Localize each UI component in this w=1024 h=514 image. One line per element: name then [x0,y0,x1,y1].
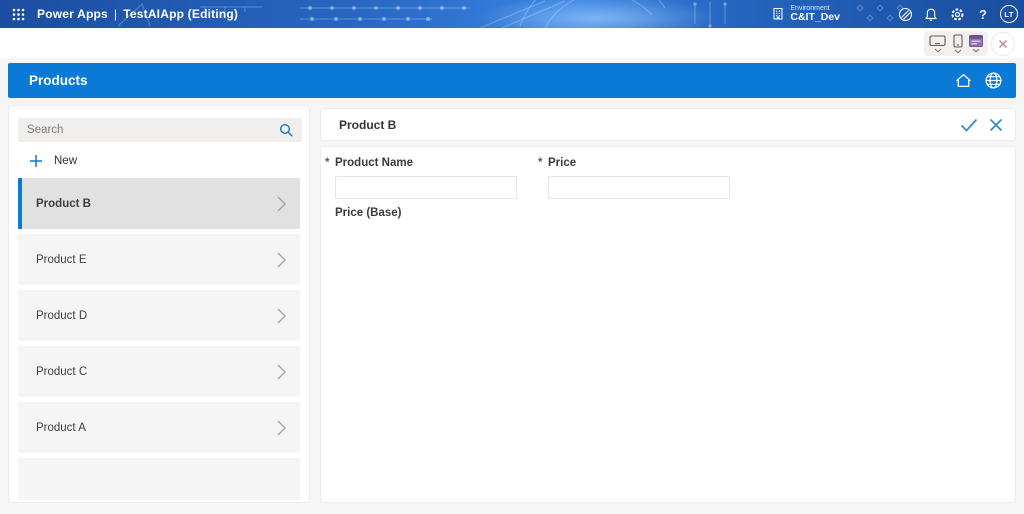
search-box[interactable] [18,118,302,142]
title-divider: | [114,7,117,21]
home-icon[interactable] [954,72,973,89]
app-launcher-waffle-icon[interactable] [9,5,27,23]
price-input[interactable] [548,176,730,199]
chevron-right-icon [277,364,286,380]
close-preview-button[interactable] [991,32,1015,56]
product-list-panel: New Product B Product E Product D Produc… [8,105,310,503]
preview-toolbar-strip [0,28,1024,58]
chevron-right-icon [277,252,286,268]
new-record-button[interactable]: New [18,148,77,174]
account-avatar[interactable]: LT [1000,5,1018,23]
environment-building-icon [772,7,784,20]
cancel-x-icon[interactable] [982,111,1009,138]
list-item-product-d[interactable]: Product D [18,290,300,341]
app-name-label: TestAIApp (Editing) [123,7,238,21]
preview-device-selector [924,31,988,56]
window-title: Power Apps | TestAIApp (Editing) [37,7,238,21]
environment-text: Environment C&IT_Dev [790,5,840,23]
chevron-right-icon [277,308,286,324]
save-check-icon[interactable] [955,111,982,138]
environment-name: C&IT_Dev [790,12,840,23]
detail-header-actions [955,111,1009,138]
required-asterisk: * [325,155,335,171]
close-icon [998,39,1008,49]
list-item-product-b[interactable]: Product B [18,178,300,229]
chevron-right-icon [277,196,286,212]
detail-title: Product B [339,118,396,132]
list-item-product-e[interactable]: Product E [18,234,300,285]
required-asterisk: * [538,155,548,171]
search-input[interactable] [18,118,279,142]
chevron-down-icon [972,48,980,53]
list-item-label: Product E [36,254,87,266]
plus-icon [29,154,43,168]
topbar-right-cluster: Environment C&IT_Dev ? LT [772,0,1024,28]
environment-picker[interactable]: Environment C&IT_Dev [772,5,840,23]
settings-gear-icon[interactable] [944,0,970,28]
price-label-row: * Price [538,155,730,171]
price-label: Price [548,155,576,171]
list-item-label: Product A [36,422,86,434]
powerapps-top-bar: Power Apps | TestAIApp (Editing) Environme… [0,0,1024,28]
price-base-label: Price (Base) [335,207,401,219]
notifications-bell-icon[interactable] [918,0,944,28]
product-name-input[interactable] [335,176,517,199]
product-name-field: * Product Name [325,155,517,199]
detail-form-panel: * Product Name * Price Price (Base) [320,146,1016,503]
product-list: Product B Product E Product D Product C … [18,178,300,500]
list-item-empty[interactable] [18,458,300,500]
whats-new-icon[interactable] [892,0,918,28]
topbar-left-cluster: Power Apps | TestAIApp (Editing) [0,0,238,28]
close-icon [989,118,1003,132]
search-icon[interactable] [279,123,294,138]
screen-title: Products [29,73,88,88]
browser-preview-button[interactable] [968,34,984,54]
tablet-preview-button[interactable] [928,34,947,54]
list-item-product-c[interactable]: Product C [18,346,300,397]
globe-icon[interactable] [984,71,1003,90]
product-name-label-row: * Product Name [325,155,517,171]
help-button[interactable]: ? [970,0,996,28]
app-header-bar: Products [8,63,1016,98]
list-item-label: Product B [36,198,91,210]
list-item-label: Product D [36,310,87,322]
app-header-icons [954,71,1003,90]
powerapps-brand-label[interactable]: Power Apps [37,7,108,21]
phone-preview-button[interactable] [952,33,964,55]
new-label: New [54,155,77,167]
chevron-down-icon [934,48,942,53]
list-item-label: Product C [36,366,87,378]
chevron-right-icon [277,420,286,436]
product-name-label: Product Name [335,155,413,171]
detail-header: Product B [320,108,1016,141]
chevron-down-icon [954,49,962,54]
list-item-product-a[interactable]: Product A [18,402,300,453]
price-field: * Price [538,155,730,199]
